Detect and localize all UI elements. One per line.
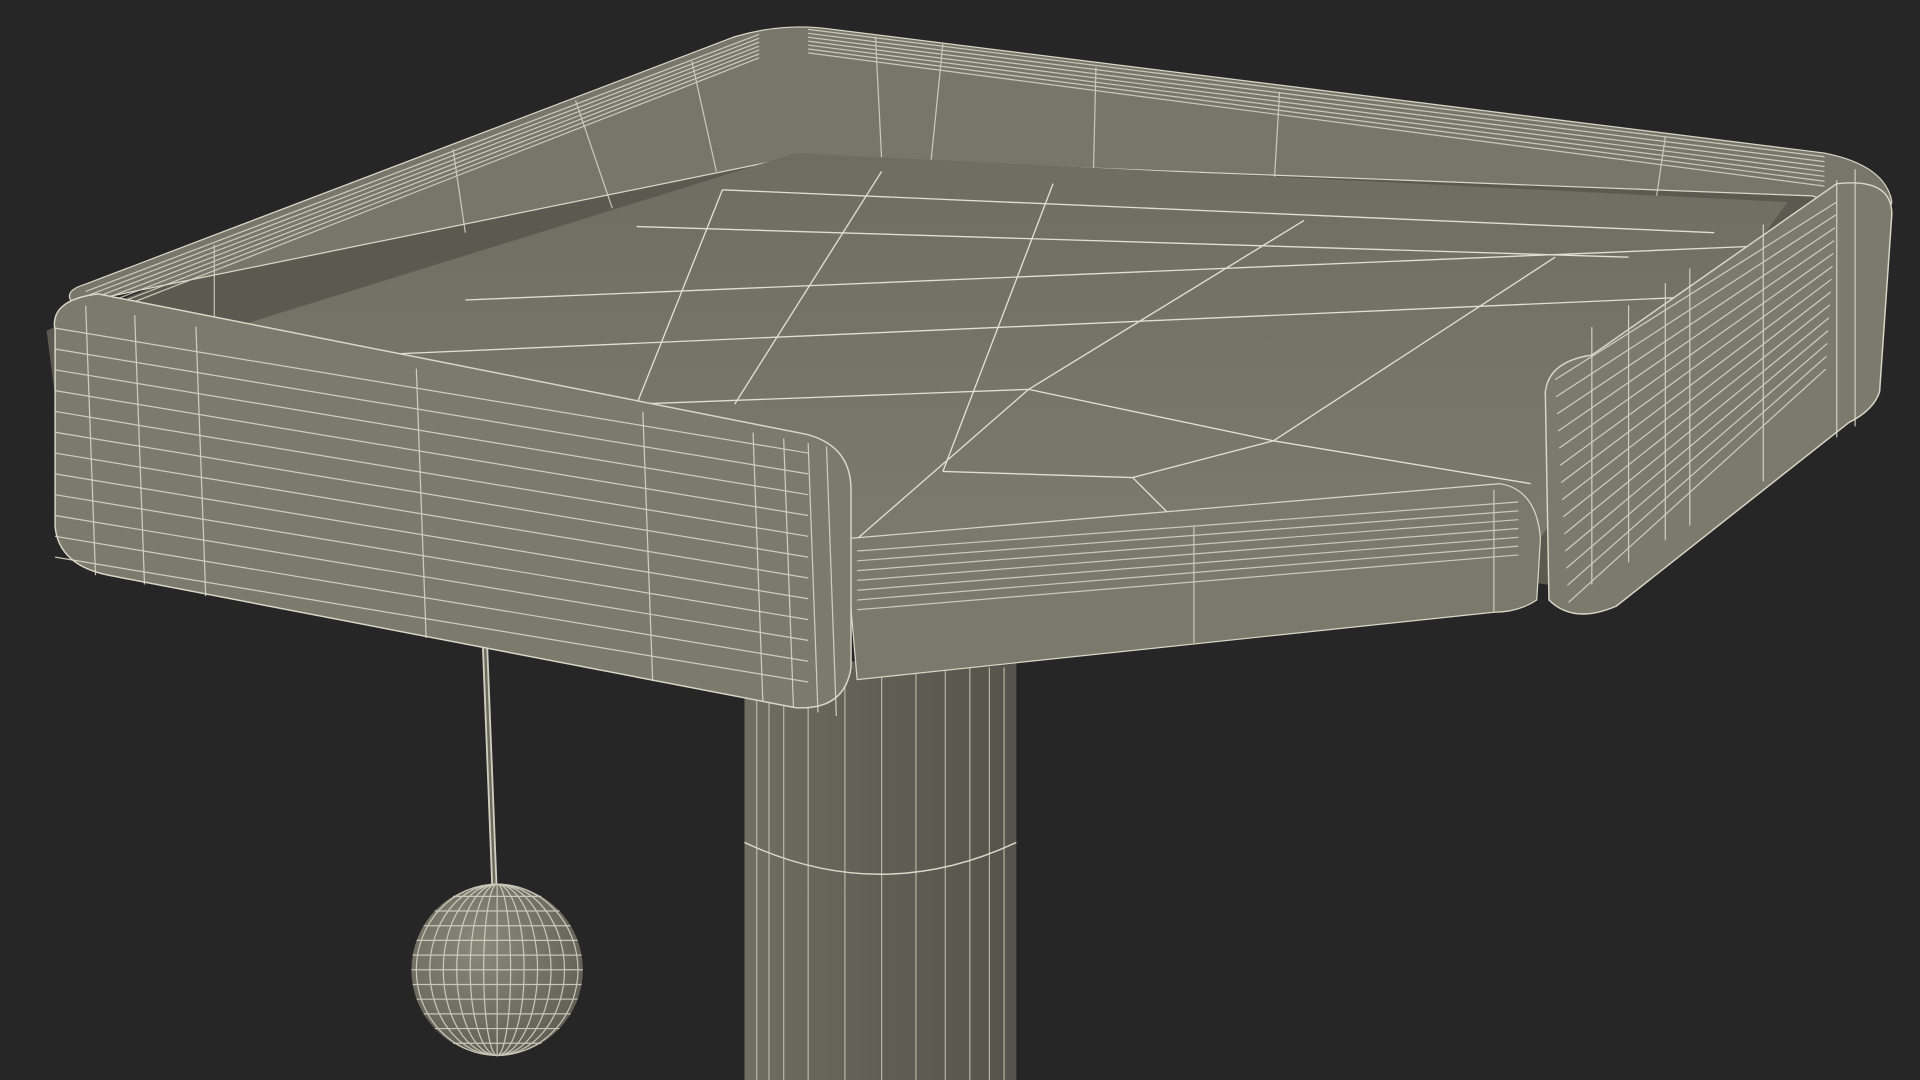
pole xyxy=(744,661,1017,1080)
pull-cord xyxy=(481,642,498,894)
render-viewport xyxy=(0,0,1920,1080)
wireframe-scene xyxy=(46,26,1893,1080)
pull-ball xyxy=(411,883,583,1057)
